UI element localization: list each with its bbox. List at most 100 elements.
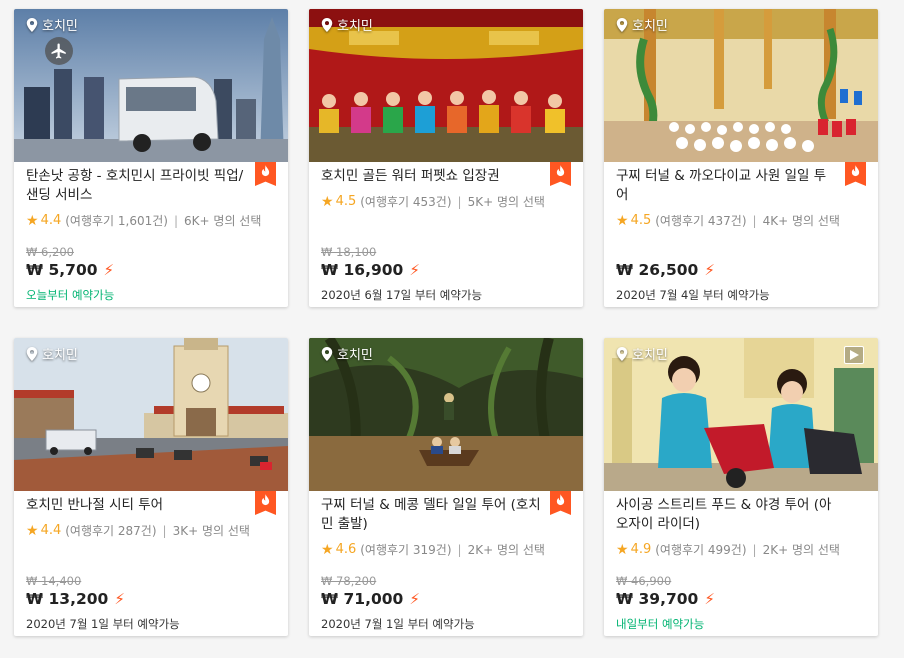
product-title[interactable]: 탄손낫 공항 - 호치민시 프라이빗 픽업/샌딩 서비스 (26, 167, 246, 205)
location-text: 호치민 (42, 348, 78, 363)
booked-count: 2K+ 명의 선택 (467, 543, 545, 557)
video-icon[interactable] (844, 346, 864, 364)
flame-icon (556, 494, 565, 506)
location-text: 호치민 (337, 348, 373, 363)
sale-price: ₩ 16,900 (321, 261, 404, 279)
review-count: (여행후기 319건) (360, 543, 452, 557)
rating-row: ★ 4.4 (여행후기 1,601건) | 6K+ 명의 선택 (26, 212, 261, 229)
rating-score: 4.4 (40, 523, 62, 538)
star-icon: ★ (321, 193, 334, 210)
booked-count: 6K+ 명의 선택 (184, 214, 262, 228)
hot-badge (845, 162, 866, 186)
product-card[interactable]: 호치민 구찌 터널 & 메콩 델타 일일 투어 (호치민 출발) ★ 4.6 (… (309, 338, 583, 636)
product-title[interactable]: 구찌 터널 & 메콩 델타 일일 투어 (호치민 출발) (321, 496, 541, 534)
sale-price-row: ₩ 39,700 ⚡ (616, 590, 715, 608)
location-text: 호치민 (42, 19, 78, 34)
star-icon: ★ (616, 541, 629, 558)
availability: 내일부터 예약가능 (616, 617, 705, 631)
booked-count: 2K+ 명의 선택 (762, 543, 840, 557)
product-title[interactable]: 호치민 골든 워터 퍼펫쇼 입장권 (321, 167, 541, 186)
hot-badge (550, 491, 571, 515)
sale-price-row: ₩ 26,500 ⚡ (616, 261, 715, 279)
review-count: (여행후기 1,601건) (65, 214, 168, 228)
review-count: (여행후기 453건) (360, 195, 452, 209)
location-label: 호치민 (616, 15, 668, 34)
rating-row: ★ 4.5 (여행후기 453건) | 5K+ 명의 선택 (321, 193, 545, 210)
location-text: 호치민 (337, 19, 373, 34)
review-count: (여행후기 287건) (65, 524, 157, 538)
divider: | (162, 523, 167, 538)
divider: | (457, 194, 462, 209)
flame-icon (261, 494, 270, 506)
star-icon: ★ (26, 212, 39, 229)
availability: 오늘부터 예약가능 (26, 288, 115, 302)
product-image[interactable]: 호치민 (604, 9, 878, 162)
map-pin-icon (26, 17, 38, 32)
sale-price: ₩ 71,000 (321, 590, 404, 608)
original-price: ₩ 14,400 (26, 574, 82, 588)
divider: | (752, 542, 757, 557)
product-title[interactable]: 호치민 반나절 시티 투어 (26, 496, 246, 515)
lightning-icon: ⚡ (409, 590, 420, 608)
location-label: 호치민 (26, 344, 78, 363)
location-label: 호치민 (321, 344, 373, 363)
rating-score: 4.4 (40, 213, 62, 228)
rating-score: 4.6 (335, 542, 357, 557)
star-icon: ★ (616, 212, 629, 229)
availability: 2020년 6월 17일 부터 예약가능 (321, 288, 483, 302)
availability: 2020년 7월 1일 부터 예약가능 (321, 617, 475, 631)
product-image[interactable]: 호치민 (14, 338, 288, 491)
booked-count: 3K+ 명의 선택 (172, 524, 250, 538)
flame-icon (556, 165, 565, 177)
rating-score: 4.5 (335, 194, 357, 209)
original-price: ₩ 46,900 (616, 574, 672, 588)
location-text: 호치민 (632, 19, 668, 34)
sale-price: ₩ 39,700 (616, 590, 699, 608)
product-image[interactable]: 호치민 (14, 9, 288, 162)
rating-row: ★ 4.6 (여행후기 319건) | 2K+ 명의 선택 (321, 541, 545, 558)
review-count: (여행후기 437건) (655, 214, 747, 228)
rating-row: ★ 4.9 (여행후기 499건) | 2K+ 명의 선택 (616, 541, 840, 558)
product-card[interactable]: 호치민 사이공 스트리트 푸드 & 야경 투어 (아오자이 라이더) ★ 4.9… (604, 338, 878, 636)
product-title[interactable]: 구찌 터널 & 까오다이교 사원 일일 투어 (616, 167, 836, 205)
availability: 2020년 7월 4일 부터 예약가능 (616, 288, 770, 302)
sale-price-row: ₩ 13,200 ⚡ (26, 590, 125, 608)
lightning-icon: ⚡ (114, 590, 125, 608)
lightning-icon: ⚡ (103, 261, 115, 279)
lightning-icon: ⚡ (704, 261, 715, 279)
location-label: 호치민 (616, 344, 668, 363)
sale-price: ₩ 5,700 (26, 261, 98, 279)
product-card[interactable]: 호치민 호치민 반나절 시티 투어 ★ 4.4 (여행후기 287건) | 3K… (14, 338, 288, 636)
booked-count: 5K+ 명의 선택 (467, 195, 545, 209)
map-pin-icon (321, 17, 333, 32)
product-image[interactable]: 호치민 (604, 338, 878, 491)
product-image[interactable]: 호치민 (309, 338, 583, 491)
map-pin-icon (616, 17, 628, 32)
star-icon: ★ (321, 541, 334, 558)
location-text: 호치민 (632, 348, 668, 363)
sale-price-row: ₩ 16,900 ⚡ (321, 261, 420, 279)
product-card[interactable]: 호치민 구찌 터널 & 까오다이교 사원 일일 투어 ★ 4.5 (여행후기 4… (604, 9, 878, 307)
map-pin-icon (321, 346, 333, 361)
rating-row: ★ 4.5 (여행후기 437건) | 4K+ 명의 선택 (616, 212, 840, 229)
sale-price-row: ₩ 5,700 ⚡ (26, 261, 114, 279)
original-price: ₩ 18,100 (321, 245, 377, 259)
divider: | (752, 213, 757, 228)
product-grid: 호치민 탄손낫 공항 - 호치민시 프라이빗 픽업/샌딩 서비스 ★ 4.4 (… (0, 0, 904, 658)
product-card[interactable]: 호치민 탄손낫 공항 - 호치민시 프라이빗 픽업/샌딩 서비스 ★ 4.4 (… (14, 9, 288, 307)
original-price: ₩ 78,200 (321, 574, 377, 588)
product-card[interactable]: 호치민 호치민 골든 워터 퍼펫쇼 입장권 ★ 4.5 (여행후기 453건) … (309, 9, 583, 307)
availability: 2020년 7월 1일 부터 예약가능 (26, 617, 180, 631)
flame-icon (851, 165, 860, 177)
rating-score: 4.5 (630, 213, 652, 228)
sale-price-row: ₩ 71,000 ⚡ (321, 590, 420, 608)
product-image[interactable]: 호치민 (309, 9, 583, 162)
product-title[interactable]: 사이공 스트리트 푸드 & 야경 투어 (아오자이 라이더) (616, 496, 836, 534)
map-pin-icon (616, 346, 628, 361)
divider: | (457, 542, 462, 557)
map-pin-icon (26, 346, 38, 361)
airplane-icon (45, 37, 73, 65)
hot-badge (255, 162, 276, 186)
sale-price: ₩ 13,200 (26, 590, 109, 608)
hot-badge (255, 491, 276, 515)
